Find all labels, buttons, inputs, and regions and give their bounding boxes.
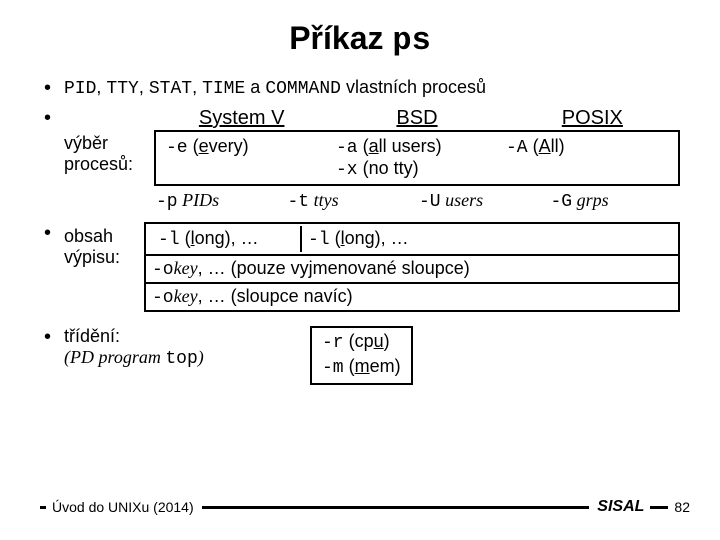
selection-label1: výběr xyxy=(64,133,108,153)
row-content: obsah výpisu: -l (long), … -l (long), … … xyxy=(40,222,680,312)
sort-label: třídění: xyxy=(64,326,120,346)
selection-box: -e (every) -a (all users) -x (no tty) -A… xyxy=(154,130,680,186)
row-selection: výběr procesů: System V BSD POSIX -e (ev… xyxy=(40,107,680,212)
footer: Úvod do UNIXu (2014) SISAL 82 xyxy=(40,498,690,516)
line-columns: PID, TTY, STAT, TIME a COMMAND vlastních… xyxy=(40,77,680,99)
footer-text: Úvod do UNIXu (2014) xyxy=(52,499,194,515)
content-label1: obsah xyxy=(64,226,113,246)
hdr-posix: POSIX xyxy=(505,107,680,130)
cell-posix: -A (All) xyxy=(502,134,672,182)
hdr-systemv: System V xyxy=(154,107,329,130)
sort-subtitle: (PD program top) xyxy=(64,347,204,367)
footer-brand: SISAL xyxy=(597,498,644,516)
content-o1: -okey, … (pouze vyjmenované sloupce) xyxy=(144,256,680,284)
selection-label2: procesů: xyxy=(64,154,133,174)
content-box-top: -l (long), … -l (long), … xyxy=(144,222,680,256)
sort-box: -r (cpu) -m (mem) xyxy=(310,326,413,385)
cell-bsd: -a (all users) -x (no tty) xyxy=(332,134,502,182)
column-headers: System V BSD POSIX xyxy=(154,107,680,130)
content-sv: -l (long), … xyxy=(152,226,302,252)
content-o2: -okey, … (sloupce navíc) xyxy=(144,284,680,312)
content-bsd: -l (long), … xyxy=(302,226,672,252)
content-label2: výpisu: xyxy=(64,247,120,267)
slide-title: Příkaz ps xyxy=(40,20,680,59)
row-sort: třídění: (PD program top) -r (cpu) -m (m… xyxy=(40,326,680,385)
cell-sv: -e (every) xyxy=(162,134,332,182)
page-number: 82 xyxy=(674,499,690,515)
filter-row: -p PIDs -t ttys -U users -G grps xyxy=(154,190,680,212)
hdr-bsd: BSD xyxy=(329,107,504,130)
